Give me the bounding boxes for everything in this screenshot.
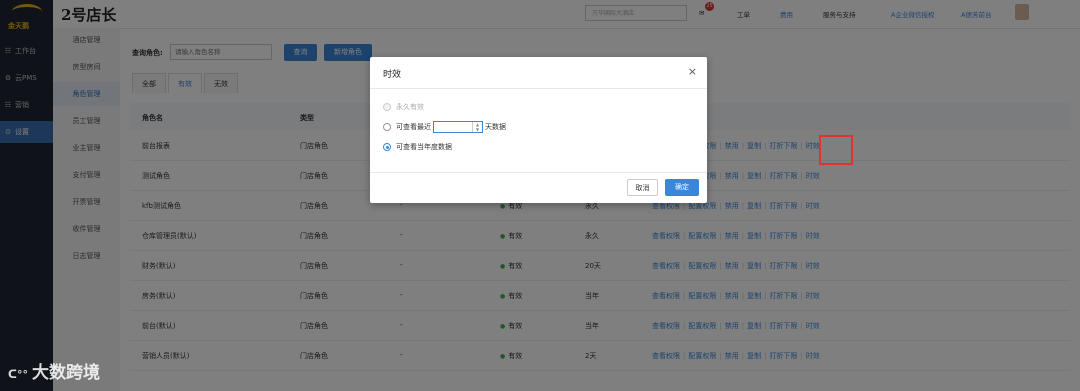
option-recent-prefix: 可查看最近	[396, 123, 431, 131]
highlight-box	[819, 135, 853, 165]
stepper-icon[interactable]: ▲ ▼	[472, 122, 482, 132]
validity-dialog: 时效 × 永久有效 可查看最近 ▲ ▼ 天数据 可查看当年度数据 取消 确定	[370, 57, 707, 203]
option-recent-days[interactable]: 可查看最近 ▲ ▼ 天数据	[383, 121, 506, 133]
option-recent-suffix: 天数据	[485, 123, 506, 131]
watermark: ᑕ°° 大数跨境	[8, 363, 100, 383]
option-current-year-label: 可查看当年度数据	[396, 143, 452, 151]
confirm-button[interactable]: 确定	[665, 179, 699, 196]
option-forever[interactable]: 永久有效	[383, 102, 424, 112]
days-input[interactable]: ▲ ▼	[433, 121, 483, 133]
radio-current-year[interactable]	[383, 143, 391, 151]
option-forever-label: 永久有效	[396, 103, 424, 111]
divider	[370, 88, 707, 89]
cancel-button[interactable]: 取消	[627, 179, 658, 196]
close-icon[interactable]: ×	[688, 65, 697, 78]
option-current-year[interactable]: 可查看当年度数据	[383, 142, 452, 152]
dialog-title: 时效	[383, 70, 402, 80]
watermark-text: 大数跨境	[31, 363, 100, 383]
radio-recent-days[interactable]	[383, 123, 391, 131]
divider	[370, 172, 707, 173]
radio-forever[interactable]	[383, 103, 391, 111]
